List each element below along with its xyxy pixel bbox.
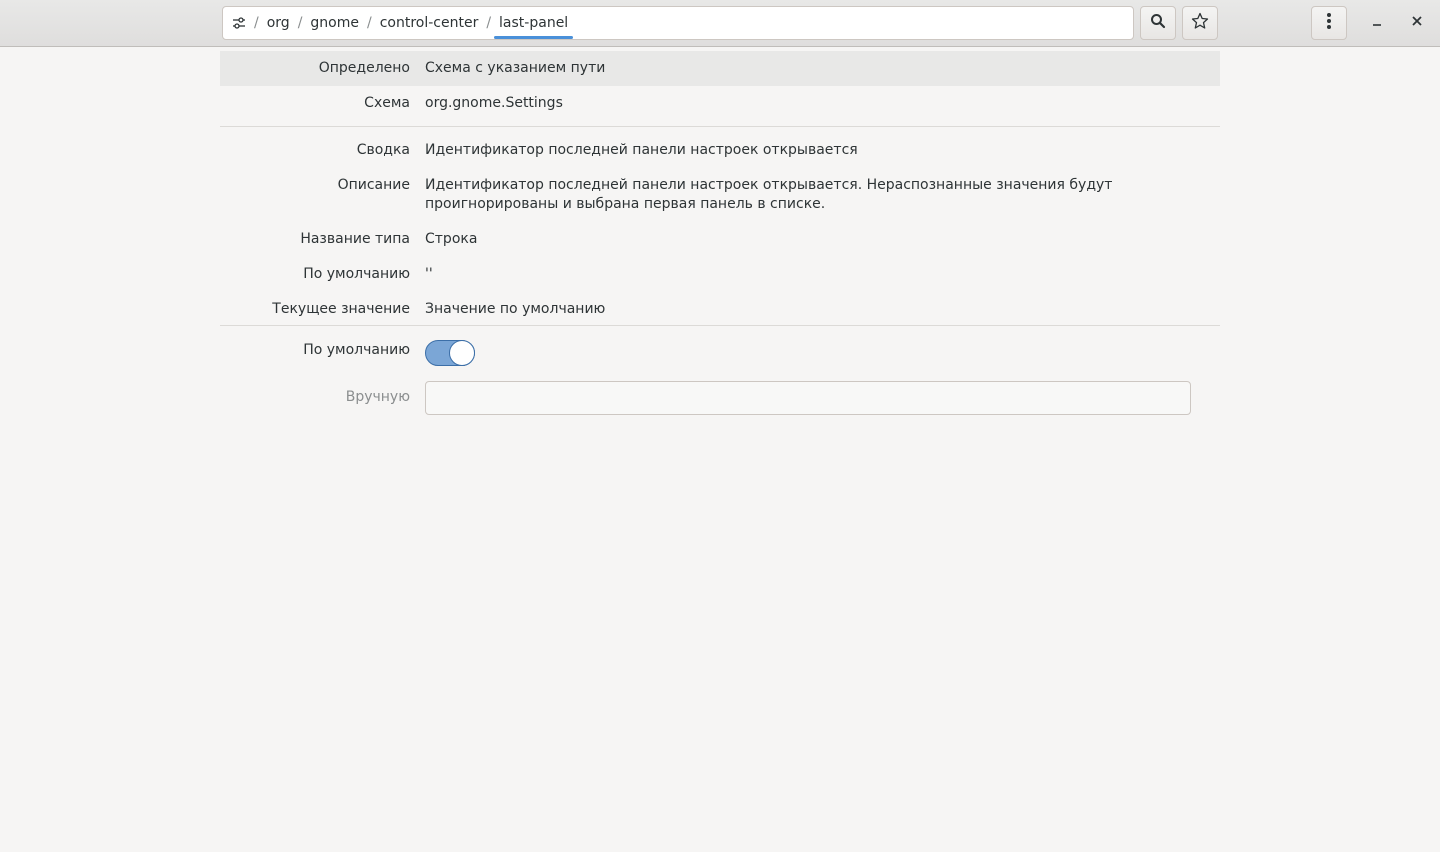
schema-label: Схема [364,95,410,111]
close-icon [1411,15,1423,31]
schema-value: org.gnome.Settings [425,95,563,111]
row-summary: Сводка Идентификатор последней панели на… [220,127,1220,162]
type-label: Название типа [300,231,410,247]
type-value: Строка [425,231,478,247]
settings-sliders-icon[interactable] [231,15,247,31]
row-current-value: Текущее значение Значение по умолчанию [220,286,1220,325]
description-label: Описание [337,177,410,193]
header-bar: / org / gnome / control-center / last-pa… [0,0,1440,47]
breadcrumb-control-center[interactable]: control-center [375,7,484,39]
row-description: Описание Идентификатор последней панели … [220,162,1220,216]
custom-value-input[interactable] [425,381,1191,415]
use-default-switch[interactable] [425,340,475,366]
defined-value: Схема с указанием пути [425,60,606,76]
default-value: '' [425,266,433,282]
path-bar[interactable]: / org / gnome / control-center / last-pa… [222,6,1134,40]
use-default-label: По умолчанию [303,342,410,358]
defined-label: Определено [318,60,410,76]
breadcrumb-separator: / [297,15,303,31]
row-defined: Определено Схема с указанием пути [220,51,1220,86]
search-button[interactable] [1140,6,1176,40]
custom-label: Вручную [345,389,410,405]
breadcrumb-separator: / [366,15,372,31]
key-properties: Определено Схема с указанием пути Схема … [220,51,1220,421]
switch-knob[interactable] [449,340,475,366]
row-default: По умолчанию '' [220,251,1220,286]
current-label: Текущее значение [272,301,410,317]
description-value: Идентификатор последней панели настроек … [425,177,1113,212]
star-icon [1191,12,1209,34]
menu-button[interactable] [1311,6,1347,40]
breadcrumb-separator: / [254,15,259,31]
search-icon [1150,13,1166,33]
row-schema: Схема org.gnome.Settings [220,86,1220,126]
breadcrumb-gnome[interactable]: gnome [305,7,364,39]
default-label: По умолчанию [303,266,410,282]
breadcrumb-separator: / [486,15,492,31]
close-button[interactable] [1400,6,1434,40]
row-custom: Вручную [220,381,1220,421]
minimize-icon [1371,15,1383,31]
summary-value: Идентификатор последней панели настроек … [425,142,858,158]
row-use-default: По умолчанию [220,326,1220,381]
use-default-value [425,340,1220,366]
vertical-dots-icon [1326,12,1332,34]
breadcrumb-last-panel[interactable]: last-panel [494,7,574,39]
summary-label: Сводка [356,142,410,158]
minimize-button[interactable] [1360,6,1394,40]
custom-value-container [425,381,1220,415]
row-type: Название типа Строка [220,216,1220,251]
bookmark-button[interactable] [1182,6,1218,40]
current-value: Значение по умолчанию [425,301,606,317]
breadcrumb-org[interactable]: org [262,7,295,39]
